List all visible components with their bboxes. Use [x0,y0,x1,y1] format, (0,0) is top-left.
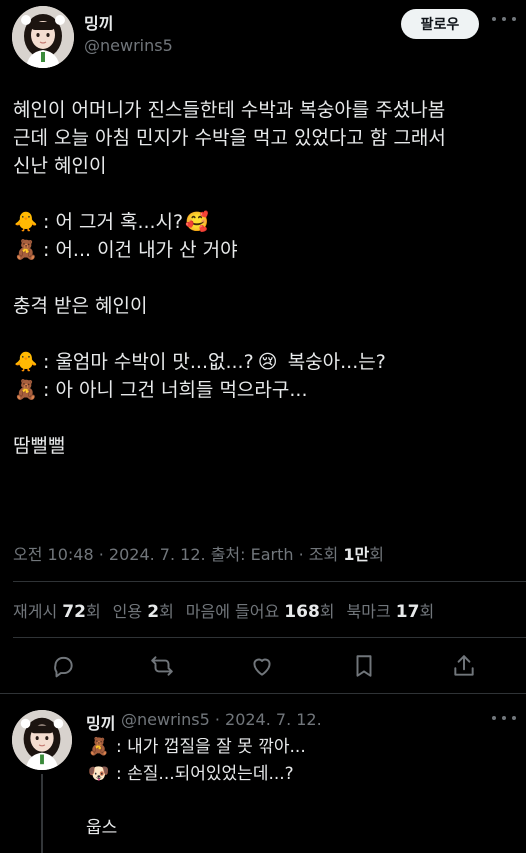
crying-emoji-icon: 😢 [257,351,278,373]
dialogue-text: : 울엄마 수박이 맛...없...? [43,351,254,373]
divider [0,693,526,694]
tweet-text: 혜인이 어머니가 진스들한테 수박과 복숭아를 주셨나봄 근데 오늘 아침 민지… [13,96,518,460]
chick-emoji-icon: 🐥 [14,351,38,373]
dialogue-text: 복숭아...는? [287,351,386,373]
more-options-icon[interactable] [492,14,516,24]
source-name: Earth [250,545,294,564]
tweet-date[interactable]: 2024. 7. 12. [109,545,206,564]
reply-icon[interactable] [49,652,77,680]
reply-text: 🧸 : 내가 껍질을 잘 못 깎아... 🐶 : 손질...되어있었는데...?… [86,734,516,842]
views-label: 조회 [308,545,339,564]
dialogue-text: : 내가 껍질을 잘 못 깎아... [116,737,306,757]
tweet-line: 신난 혜인이 [13,155,107,177]
tweet-time[interactable]: 오전 10:48 [13,545,94,564]
dialogue-text: : 어 그거 혹...시? [43,211,184,233]
tweet-meta: 오전 10:48 · 2024. 7. 12. 출처: Earth · 조회 1… [13,545,384,564]
reply-line: 웁스 [86,818,118,838]
author-handle[interactable]: @newrins5 [84,36,173,55]
dialogue-text: : 어... 이건 내가 산 거야 [43,239,238,261]
divider [13,637,526,638]
quotes-stat[interactable]: 인용 2회 [113,598,174,622]
share-icon[interactable] [450,652,478,680]
retweet-icon[interactable] [148,652,176,680]
tweet-line: 🧸 : 어... 이건 내가 산 거야 [13,236,518,264]
tweet-line: 🧸 : 아 아니 그건 너희들 먹으라구... [13,376,518,404]
tweet-line: 땀뻘뻘 [13,435,66,457]
author-display-name[interactable]: 밍끼 [84,10,113,34]
divider [13,581,526,582]
thread-connector-line [41,774,43,853]
reply-author-name[interactable]: 밍끼 [86,710,115,734]
chick-emoji-icon: 🐥 [14,211,38,233]
views-count: 1만 [343,545,370,564]
views-suffix: 회 [369,545,384,564]
heart-icon[interactable] [248,652,276,680]
retweets-stat[interactable]: 재게시 72회 [13,598,101,622]
reply-line: 🧸 : 내가 껍질을 잘 못 깎아... [86,734,516,761]
reply-line: 🐶 : 손질...되어있었는데...? [86,761,516,788]
bookmarks-stat[interactable]: 북마크 17회 [347,598,435,622]
tweet-stats: 재게시 72회 인용 2회 마음에 들어요 168회 북마크 17회 [13,598,434,622]
reply-handle-date[interactable]: @newrins5 · 2024. 7. 12. [121,710,322,729]
bear-emoji-icon: 🧸 [14,379,38,401]
tweet-line: 근데 오늘 아침 민지가 수박을 먹고 있었다고 함 그래서 [13,127,446,149]
bear-emoji-icon: 🧸 [14,239,38,261]
bookmark-icon[interactable] [350,652,378,680]
dialogue-text: : 아 아니 그건 너희들 먹으라구... [43,379,308,401]
dialogue-text: : 손질...되어있었는데...? [116,764,294,784]
more-options-icon[interactable] [492,713,516,723]
author-avatar[interactable] [12,6,74,68]
action-bar [0,652,526,680]
bear-emoji-icon: 🧸 [88,737,110,757]
follow-button[interactable]: 팔로우 [401,9,479,39]
tweet-line: 혜인이 어머니가 진스들한테 수박과 복숭아를 주셨나봄 [13,99,446,121]
tweet-line: 🐥 : 어 그거 혹...시? 🥰 [13,208,518,236]
smiling-hearts-emoji-icon: 🥰 [185,211,209,233]
source-label: 출처: [210,545,246,564]
tweet-line: 충격 받은 혜인이 [13,295,148,317]
dog-emoji-icon: 🐶 [88,764,110,784]
likes-stat[interactable]: 마음에 들어요 168회 [186,598,335,622]
tweet-line: 🐥 : 울엄마 수박이 맛...없...? 😢 복숭아...는? [13,348,518,376]
reply-author-avatar[interactable] [12,710,72,770]
